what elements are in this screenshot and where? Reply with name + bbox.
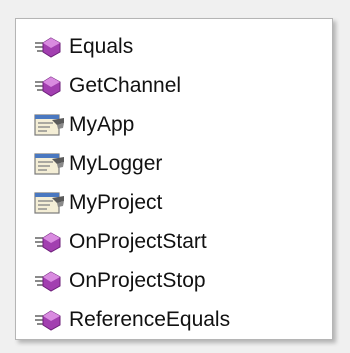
method-icon xyxy=(33,34,67,60)
item-label: Equals xyxy=(69,34,134,58)
property-icon xyxy=(33,151,67,177)
list-item-myapp[interactable]: MyApp xyxy=(16,105,332,144)
method-icon xyxy=(33,307,67,333)
method-icon xyxy=(33,73,67,99)
list-item-getchannel[interactable]: GetChannel xyxy=(16,66,332,105)
item-label: GetChannel xyxy=(69,73,182,97)
method-icon xyxy=(33,268,67,294)
property-icon xyxy=(33,112,67,138)
item-label: MyProject xyxy=(69,190,163,214)
list-item-onprojectstop[interactable]: OnProjectStop xyxy=(16,261,332,300)
item-label: MyLogger xyxy=(69,151,163,175)
item-label: MyApp xyxy=(69,112,135,136)
item-label: ReferenceEquals xyxy=(69,307,231,331)
item-label: OnProjectStart xyxy=(69,229,207,253)
item-label: OnProjectStop xyxy=(69,268,206,292)
list-item-mylogger[interactable]: MyLogger xyxy=(16,144,332,183)
completion-items: Equals GetChannel MyApp MyLogger MyProje… xyxy=(16,19,332,339)
list-item-onprojectstart[interactable]: OnProjectStart xyxy=(16,222,332,261)
intellisense-completion-list[interactable]: Equals GetChannel MyApp MyLogger MyProje… xyxy=(15,18,333,340)
list-item-myproject[interactable]: MyProject xyxy=(16,183,332,222)
method-icon xyxy=(33,229,67,255)
list-item-referenceequals[interactable]: ReferenceEquals xyxy=(16,300,332,339)
list-item-equals[interactable]: Equals xyxy=(16,27,332,66)
property-icon xyxy=(33,190,67,216)
